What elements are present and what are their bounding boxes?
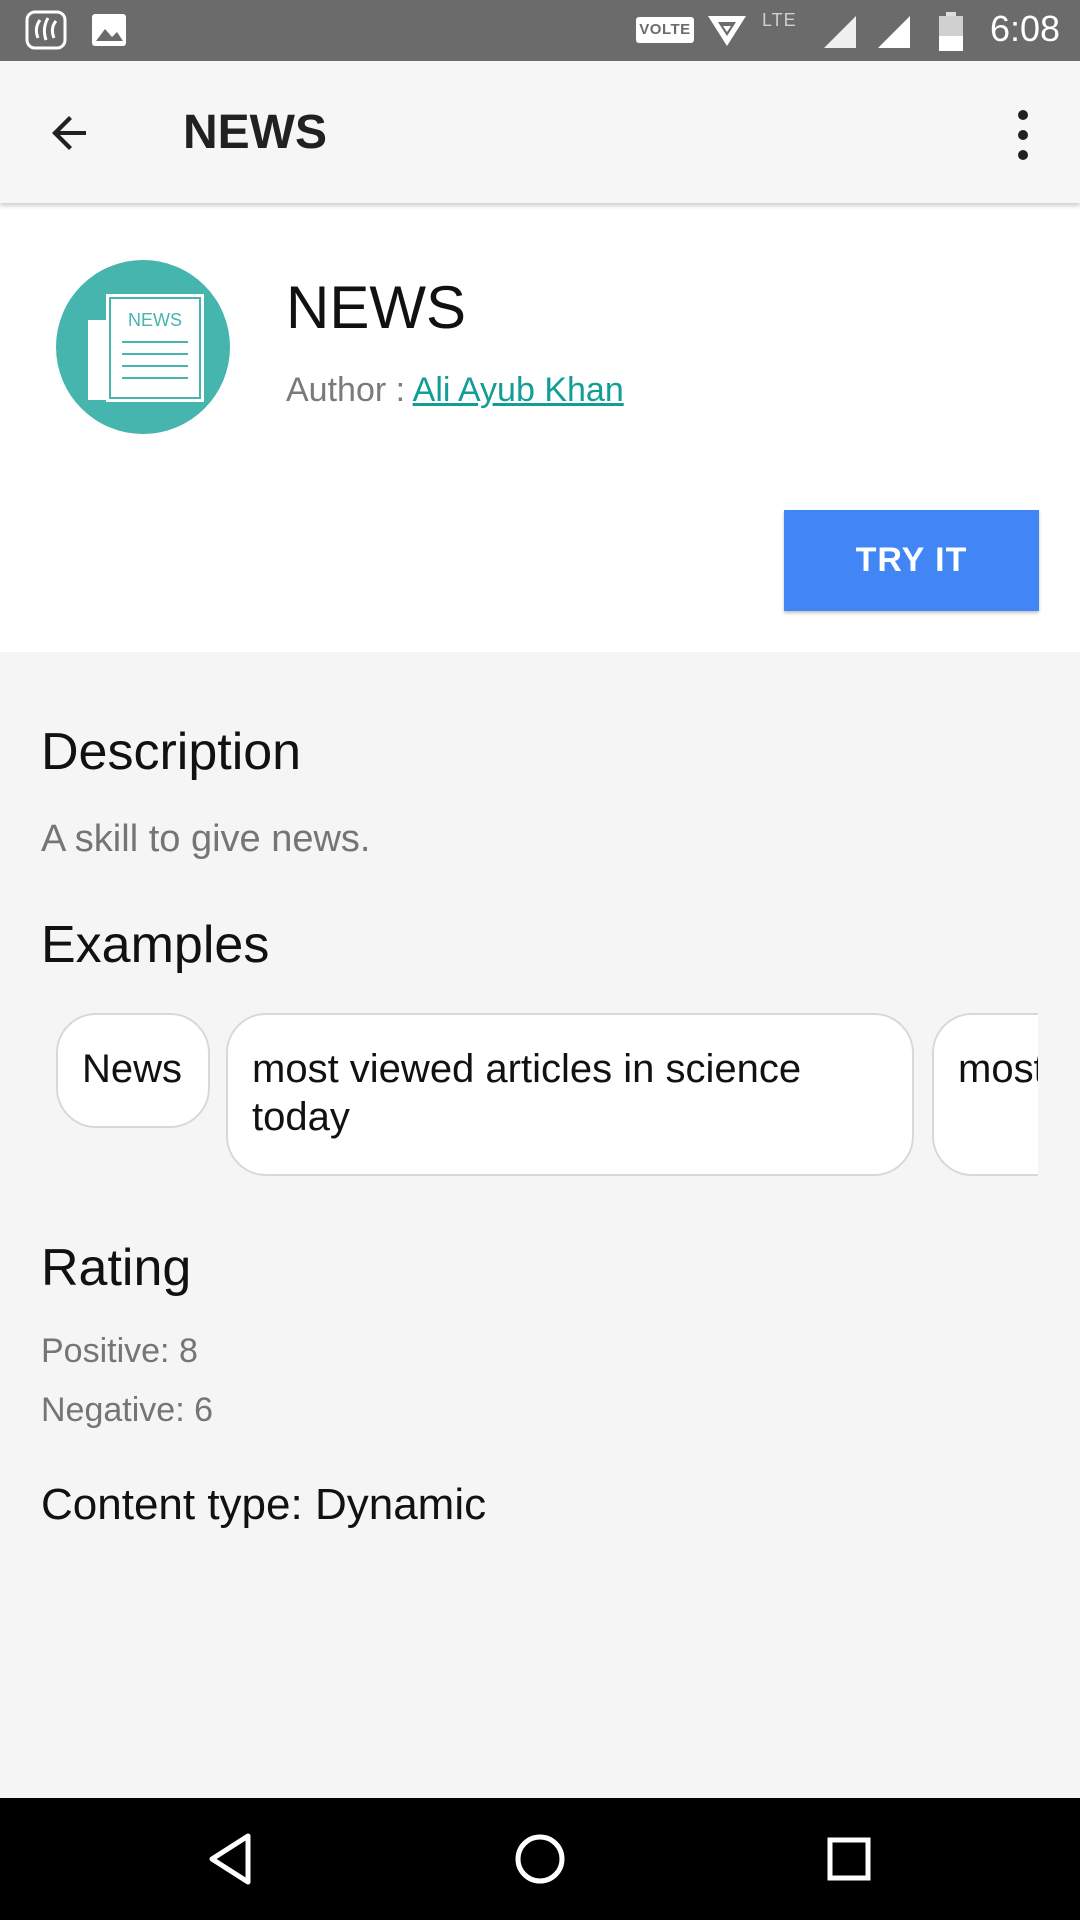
example-chip[interactable]: most the l [932, 1013, 1038, 1176]
more-vert-icon[interactable] [1010, 107, 1036, 163]
examples-carousel[interactable]: News most viewed articles in science tod… [56, 1013, 1038, 1178]
author-link[interactable]: Ali Ayub Khan [413, 371, 624, 409]
examples-heading: Examples [41, 916, 270, 974]
hotspot-icon [708, 16, 746, 46]
rating-heading: Rating [41, 1239, 192, 1297]
signal-icon [824, 16, 856, 48]
back-triangle-icon[interactable] [200, 1828, 262, 1890]
newspaper-label: NEWS [128, 310, 182, 330]
content-type: Content type: Dynamic [41, 1480, 487, 1529]
signal-icon [878, 16, 910, 48]
system-nav-bar [0, 1798, 1080, 1920]
skill-name: NEWS [286, 274, 466, 341]
app-bar: NEWS [0, 61, 1080, 203]
description-heading: Description [41, 723, 302, 781]
arrow-back-icon[interactable] [46, 109, 94, 157]
volte-badge: VOLTE [636, 17, 694, 43]
skill-image: NEWS [56, 260, 230, 434]
example-chip[interactable]: News [56, 1013, 210, 1128]
author-row: Author : Ali Ayub Khan [286, 371, 624, 410]
newspaper-icon: NEWS [88, 294, 204, 402]
description-text: A skill to give news. [41, 818, 371, 860]
rating-negative: Negative: 6 [41, 1391, 213, 1429]
author-label: Author : [286, 371, 413, 409]
home-circle-icon[interactable] [509, 1828, 571, 1890]
recents-square-icon[interactable] [818, 1828, 880, 1890]
example-chip[interactable]: most viewed articles in science today [226, 1013, 914, 1176]
page-title: NEWS [183, 106, 327, 159]
gallery-icon [92, 14, 126, 46]
rating-positive: Positive: 8 [41, 1332, 198, 1370]
saavn-icon [25, 10, 67, 50]
battery-icon [939, 12, 963, 51]
skill-header: NEWS NEWS Author : Ali Ayub Khan TRY IT [0, 203, 1080, 652]
try-it-button[interactable]: TRY IT [784, 510, 1039, 611]
status-bar: VOLTE LTE 6:08 [0, 0, 1080, 61]
clock: 6:08 [990, 8, 1061, 49]
network-type: LTE [762, 10, 797, 30]
